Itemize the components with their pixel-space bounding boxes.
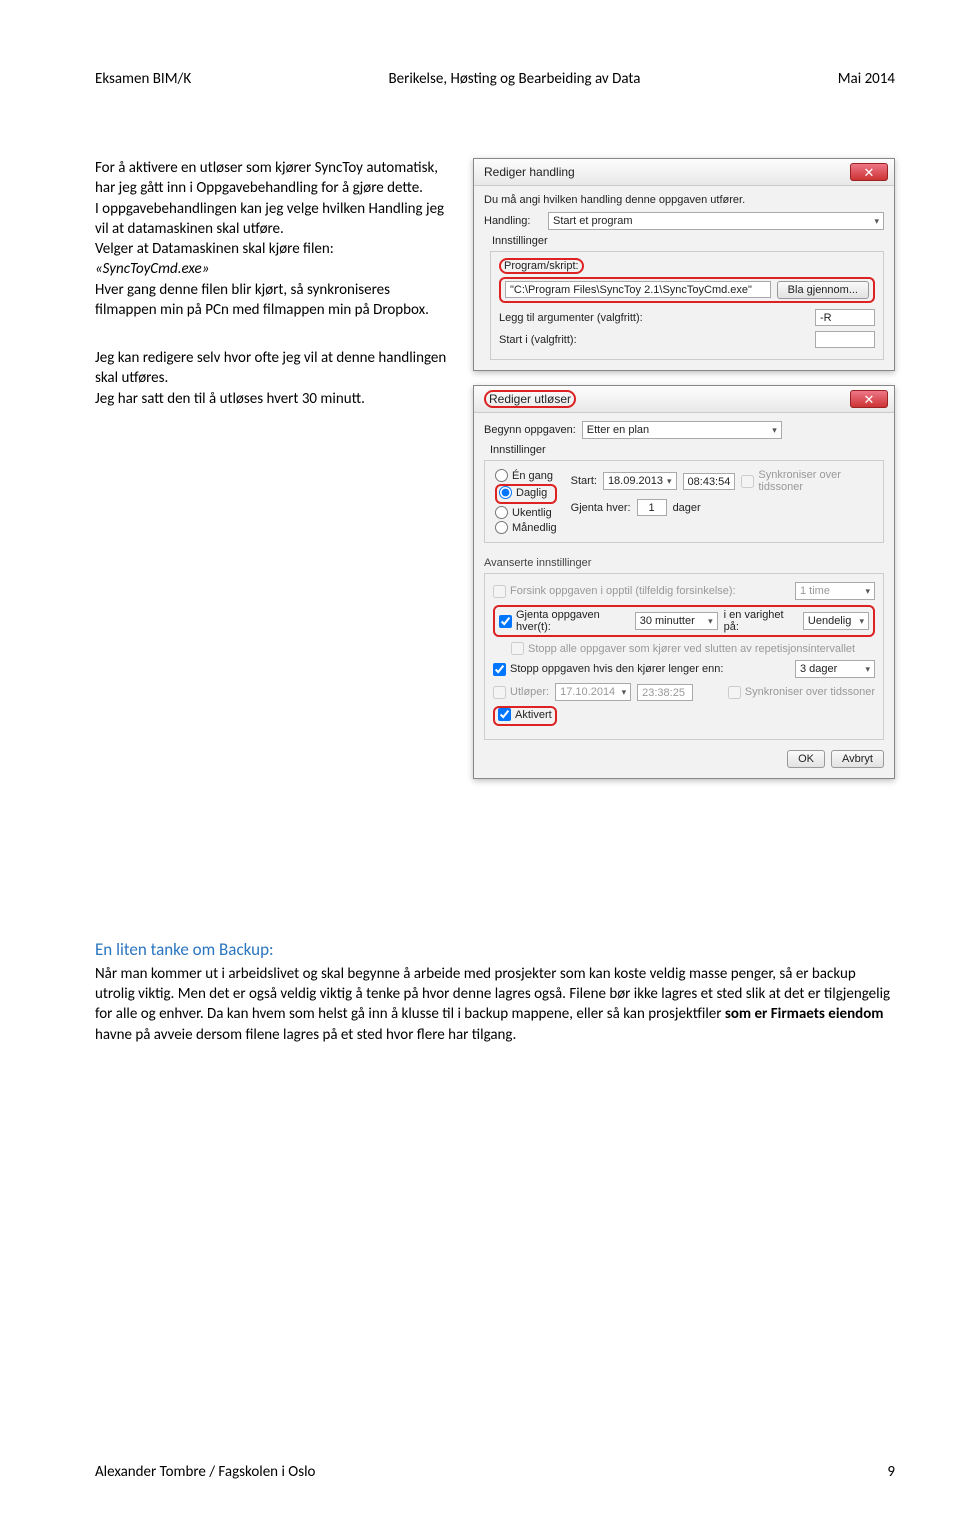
- innstillinger-label: Innstillinger: [492, 235, 884, 247]
- begynn-label: Begynn oppgaven:: [484, 424, 576, 436]
- gjenta-input[interactable]: 1: [637, 499, 667, 516]
- utloper-date: 17.10.2014: [555, 683, 631, 701]
- filename-em: «SyncToyCmd.exe»: [95, 259, 455, 279]
- stopp-lenger-dropdown[interactable]: 3 dager: [795, 660, 875, 678]
- backup-body: Når man kommer ut i arbeidslivet og skal…: [95, 964, 895, 1045]
- gjenta-unit: dager: [673, 502, 701, 514]
- utloper-checkbox: [493, 686, 506, 699]
- handling-label: Handling:: [484, 215, 542, 227]
- page-number: 9: [887, 1463, 895, 1481]
- paragraph: Hver gang denne filen blir kjørt, så syn…: [95, 280, 455, 321]
- dialog1-title: Rediger handling: [484, 165, 575, 179]
- footer-author: Alexander Tombre / Fagskolen i Oslo: [95, 1463, 315, 1481]
- dialog2-title: Rediger utløser: [484, 390, 576, 408]
- ok-button[interactable]: OK: [787, 750, 825, 768]
- start-date-input[interactable]: 18.09.2013: [603, 472, 677, 490]
- forsink-dropdown: 1 time: [795, 582, 875, 600]
- backup-section: En liten tanke om Backup: Når man kommer…: [95, 939, 895, 1045]
- args-label: Legg til argumenter (valgfritt):: [499, 312, 809, 324]
- backup-bold: som er Firmaets eiendom: [725, 1005, 884, 1023]
- handling-dropdown[interactable]: Start et program: [548, 212, 884, 230]
- schedule-radio-group: Én gang Daglig Ukentlig Månedlig: [495, 469, 557, 534]
- gjenta-label: Gjenta hver:: [571, 502, 631, 514]
- close-icon[interactable]: ✕: [850, 390, 888, 408]
- paragraph: I oppgavebehandlingen kan jeg velge hvil…: [95, 199, 455, 240]
- sync-tz-checkbox-2: [728, 686, 741, 699]
- cancel-button[interactable]: Avbryt: [831, 750, 884, 768]
- radio-ukentlig[interactable]: [495, 506, 508, 519]
- backup-title: En liten tanke om Backup:: [95, 939, 895, 962]
- page-header: Eksamen BIM/K Berikelse, Høsting og Bear…: [95, 70, 895, 88]
- innst-label: Innstillinger: [490, 444, 884, 456]
- program-skript-label: Program/skript:: [499, 258, 584, 274]
- start-in-input[interactable]: [815, 331, 875, 348]
- dialog-rediger-utloser: Rediger utløser ✕ Begynn oppgaven: Etter…: [473, 385, 895, 779]
- start-label: Start:: [571, 475, 597, 487]
- program-path-input[interactable]: "C:\Program Files\SyncToy 2.1\SyncToyCmd…: [505, 281, 771, 298]
- gjenta-opp-checkbox[interactable]: [499, 615, 512, 628]
- paragraph: For å aktivere en utløser som kjører Syn…: [95, 158, 455, 199]
- dialog1-intro: Du må angi hvilken handling denne oppgav…: [484, 194, 745, 206]
- begynn-dropdown[interactable]: Etter en plan: [582, 421, 782, 439]
- close-icon[interactable]: ✕: [850, 163, 888, 181]
- radio-manedlig[interactable]: [495, 521, 508, 534]
- stopp-lenger-checkbox[interactable]: [493, 663, 506, 676]
- page-footer: Alexander Tombre / Fagskolen i Oslo 9: [95, 1463, 895, 1481]
- radio-daglig[interactable]: [499, 486, 512, 499]
- browse-button[interactable]: Bla gjennom...: [777, 281, 869, 299]
- dialog-rediger-handling: Rediger handling ✕ Du må angi hvilken ha…: [473, 158, 895, 371]
- header-left: Eksamen BIM/K: [95, 70, 191, 88]
- varighet-dropdown[interactable]: Uendelig: [803, 612, 869, 630]
- gjenta-opp-dropdown[interactable]: 30 minutter: [635, 612, 718, 630]
- adv-settings-title: Avanserte innstillinger: [484, 557, 884, 569]
- start-time-input[interactable]: 08:43:54: [683, 473, 736, 490]
- paragraph: Jeg kan redigere selv hvor ofte jeg vil …: [95, 348, 455, 389]
- args-input[interactable]: -R: [815, 309, 875, 326]
- radio-engang[interactable]: [495, 469, 508, 482]
- paragraph: Jeg har satt den til å utløses hvert 30 …: [95, 389, 455, 409]
- header-center: Berikelse, Høsting og Bearbeiding av Dat…: [388, 70, 640, 88]
- start-in-label: Start i (valgfritt):: [499, 334, 809, 346]
- utloper-time: 23:38:25: [637, 684, 693, 701]
- paragraph: Velger at Datamaskinen skal kjøre filen:: [95, 239, 455, 259]
- body-text-left: For å aktivere en utløser som kjører Syn…: [95, 158, 455, 779]
- varighet-label: i en varighet på:: [724, 609, 797, 633]
- forsink-checkbox: [493, 585, 506, 598]
- sync-tz-checkbox: [741, 475, 754, 488]
- aktivert-checkbox[interactable]: [498, 708, 511, 721]
- header-right: Mai 2014: [838, 70, 895, 88]
- stopp-alle-checkbox: [511, 642, 524, 655]
